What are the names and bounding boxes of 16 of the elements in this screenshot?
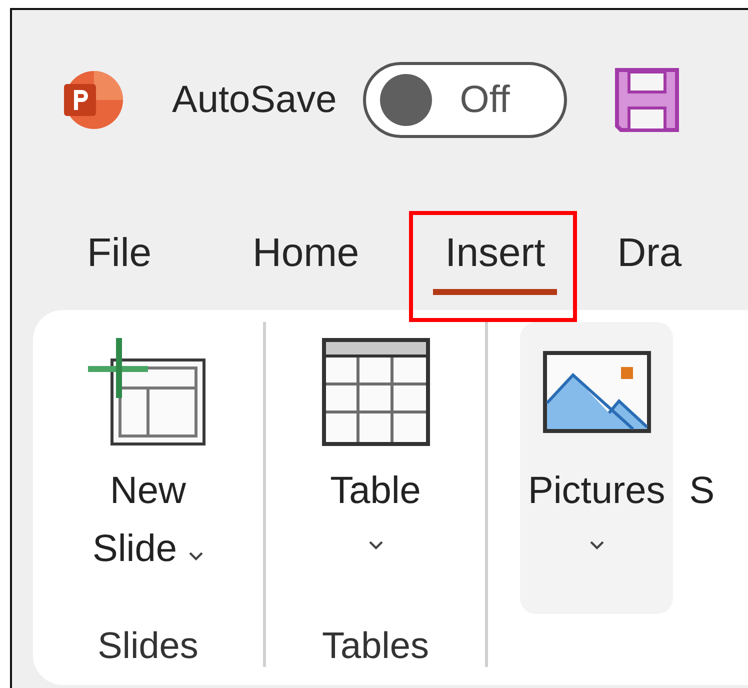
group-label: Tables (322, 624, 429, 667)
save-icon[interactable] (614, 68, 679, 132)
group-label: Slides (98, 624, 198, 667)
ribbon-tab[interactable]: Home (240, 215, 372, 295)
ribbon-button[interactable]: S (689, 322, 715, 614)
ribbon-tab[interactable]: Dra (605, 215, 694, 295)
ribbon-button[interactable]: Table (314, 322, 438, 614)
ribbon-button[interactable]: New Slide (65, 322, 231, 614)
ribbon-tab[interactable]: Insert (433, 215, 558, 295)
autosave-toggle[interactable]: Off (362, 62, 567, 138)
autosave-label: AutoSave (172, 78, 337, 122)
picture-icon (542, 351, 651, 433)
new-slide-icon (88, 338, 208, 446)
ribbon-tab[interactable]: File (75, 215, 164, 295)
table-icon (322, 338, 430, 446)
ribbon-button[interactable]: Pictures (520, 322, 674, 614)
